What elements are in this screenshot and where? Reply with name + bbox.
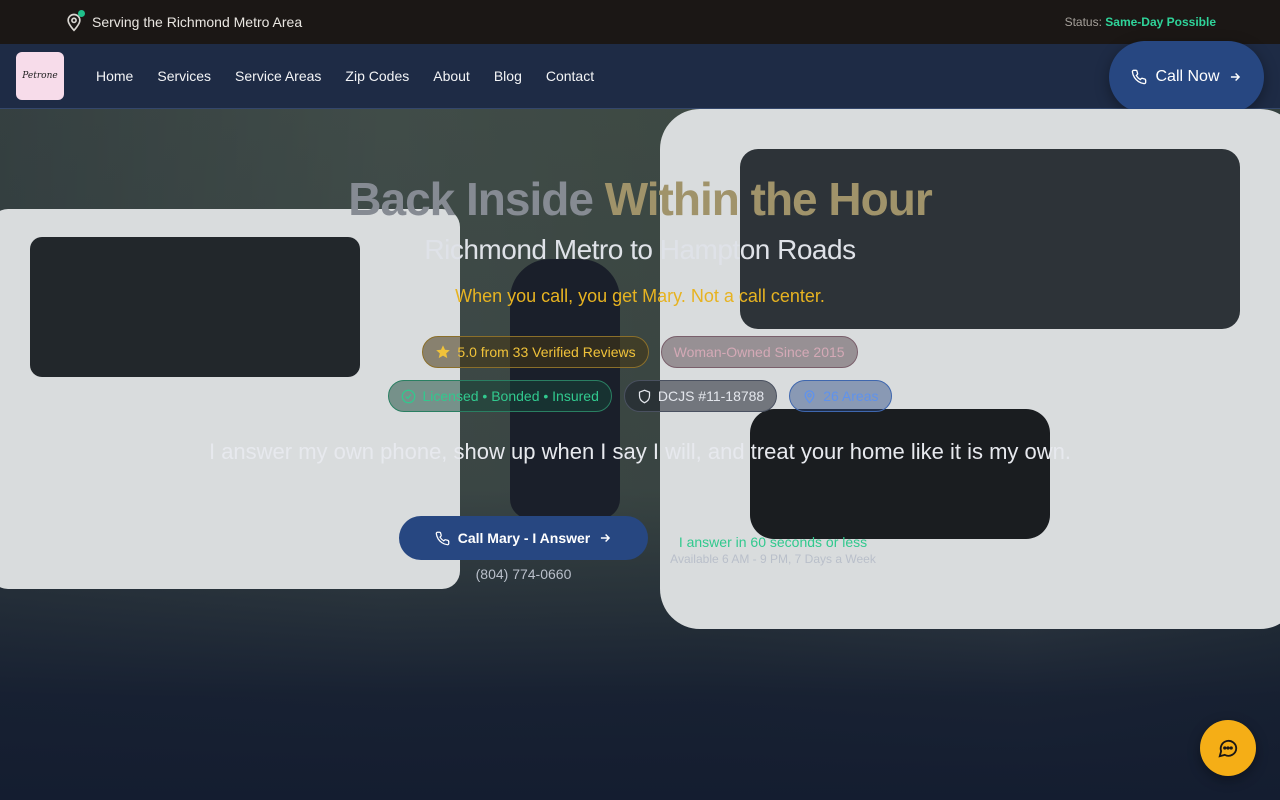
nav-item-blog[interactable]: Blog — [494, 68, 522, 84]
hero-description: I answer my own phone, show up when I sa… — [208, 439, 1072, 464]
nav-menu: Home Services Service Areas Zip Codes Ab… — [96, 68, 594, 84]
hero-subtitle: Richmond Metro to Hampton Roads — [424, 234, 856, 265]
star-icon — [435, 344, 451, 360]
status-label: Status: — [1064, 15, 1102, 29]
reviews-badge[interactable]: 5.0 from 33 Verified Reviews — [422, 336, 649, 368]
hero-title: Back Inside Within the Hour — [0, 172, 1280, 226]
areas-badge[interactable]: 26 Areas — [789, 380, 892, 412]
hero-title-highlight: Within the Hour — [604, 173, 933, 225]
availability-note: Available 6 AM - 9 PM, 7 Days a Week — [670, 552, 876, 566]
arrow-right-icon — [1228, 70, 1242, 84]
nav-item-contact[interactable]: Contact — [546, 68, 594, 84]
licensed-badge: Licensed • Bonded • Insured — [388, 380, 612, 412]
woman-owned-badge-label: Woman-Owned Since 2015 — [673, 344, 845, 360]
map-pin-icon — [802, 389, 817, 404]
chat-button[interactable] — [1200, 720, 1256, 776]
service-area-notice: Serving the Richmond Metro Area — [64, 10, 303, 32]
status-indicator: Status: Same-Day Possible — [1065, 15, 1216, 29]
call-mary-button[interactable]: Call Mary - I Answer — [399, 516, 648, 560]
service-area-text: Serving the Richmond Metro Area — [92, 14, 303, 30]
nav-item-service-areas[interactable]: Service Areas — [235, 68, 321, 84]
arrow-right-icon — [598, 531, 612, 545]
badge-row-2: Licensed • Bonded • Insured DCJS #11-187… — [0, 380, 1280, 412]
phone-icon — [1131, 69, 1147, 85]
licensed-badge-label: Licensed • Bonded • Insured — [422, 388, 599, 404]
status-value: Same-Day Possible — [1105, 15, 1216, 29]
logo-text: Petrone — [22, 71, 58, 81]
nav-item-about[interactable]: About — [433, 68, 470, 84]
nav-item-zip-codes[interactable]: Zip Codes — [345, 68, 409, 84]
call-now-label: Call Now — [1155, 68, 1220, 85]
call-mary-label: Call Mary - I Answer — [457, 530, 591, 546]
badge-row-1: 5.0 from 33 Verified Reviews Woman-Owned… — [0, 336, 1280, 368]
woman-owned-badge: Woman-Owned Since 2015 — [660, 336, 858, 368]
phone-icon — [435, 531, 450, 546]
areas-badge-label: 26 Areas — [823, 388, 879, 404]
dcjs-badge: DCJS #11-18788 — [623, 380, 778, 412]
hero-tagline: When you call, you get Mary. Not a call … — [455, 286, 825, 306]
phone-number-link[interactable]: (804) 774-0660 — [399, 566, 648, 582]
answer-time-note: I answer in 60 seconds or less — [678, 534, 868, 550]
hero-title-main: Back Inside — [348, 173, 594, 225]
reviews-badge-label: 5.0 from 33 Verified Reviews — [457, 344, 636, 360]
top-bar: Serving the Richmond Metro Area Status: … — [0, 0, 1280, 44]
main-nav: Petrone Home Services Service Areas Zip … — [0, 41, 1280, 113]
check-circle-icon — [401, 389, 416, 404]
dcjs-badge-label: DCJS #11-18788 — [657, 388, 765, 404]
online-indicator — [78, 10, 85, 17]
logo[interactable]: Petrone — [16, 52, 64, 100]
call-now-button[interactable]: Call Now — [1109, 41, 1264, 113]
map-pin-icon — [64, 10, 85, 32]
nav-item-services[interactable]: Services — [157, 68, 211, 84]
chat-bubble-icon — [1217, 737, 1239, 759]
nav-item-home[interactable]: Home — [96, 68, 133, 84]
shield-icon — [637, 389, 652, 404]
